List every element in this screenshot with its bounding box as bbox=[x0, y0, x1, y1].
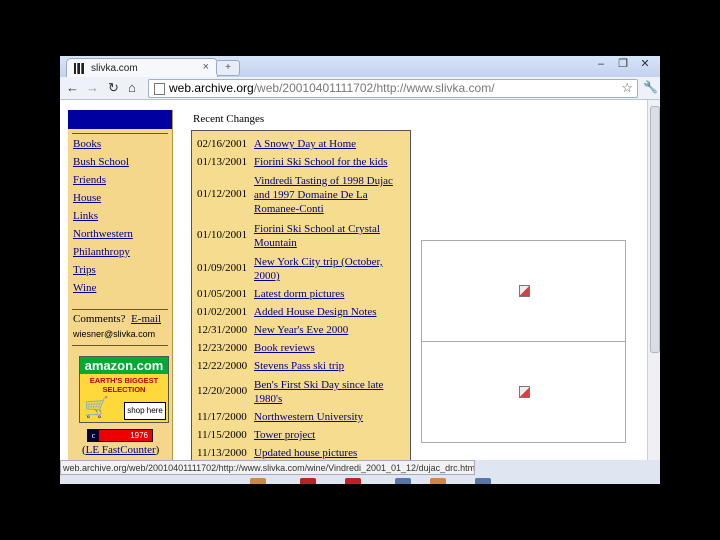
close-window-icon[interactable]: ✕ bbox=[634, 57, 656, 70]
sidebar-item-wine[interactable]: Wine bbox=[73, 279, 133, 297]
divider bbox=[72, 133, 168, 134]
taskbar-icon bbox=[475, 478, 491, 484]
change-date: 01/09/2001 bbox=[197, 262, 248, 274]
status-area: web.archive.org/web/20010401111702/http:… bbox=[60, 460, 660, 484]
broken-image-icon bbox=[519, 285, 530, 297]
change-link[interactable]: Added House Design Notes bbox=[254, 306, 404, 318]
left-sidebar: Books Bush School Friends House Links No… bbox=[68, 110, 173, 460]
url-host: web.archive.org bbox=[169, 81, 254, 95]
tab-title: slivka.com bbox=[91, 63, 138, 74]
change-link[interactable]: Stevens Pass ski trip bbox=[254, 360, 404, 372]
counter-value: 1976 bbox=[130, 431, 148, 440]
change-date: 01/13/2001 bbox=[197, 156, 248, 168]
change-link[interactable]: New Year's Eve 2000 bbox=[254, 324, 404, 336]
comments-label: Comments? bbox=[73, 313, 126, 325]
divider bbox=[72, 309, 168, 310]
reload-icon[interactable]: ↻ bbox=[108, 80, 119, 96]
change-date: 01/05/2001 bbox=[197, 288, 248, 300]
amazon-tagline: EARTH'S BIGGEST SELECTION bbox=[89, 376, 159, 394]
change-date: 12/20/2000 bbox=[197, 385, 248, 397]
email-address: wiesner@slivka.com bbox=[73, 329, 156, 339]
sidebar-item-bush-school[interactable]: Bush School bbox=[73, 153, 133, 171]
taskbar-icon bbox=[345, 478, 361, 484]
scrollbar-thumb[interactable] bbox=[650, 106, 660, 353]
image-placeholder bbox=[421, 341, 626, 443]
wrench-menu-icon[interactable]: 🔧 bbox=[643, 80, 658, 94]
title-bar: slivka.com × + – ❐ ✕ bbox=[60, 56, 660, 78]
sidebar-header-bar bbox=[68, 110, 172, 129]
paren-close: ) bbox=[155, 444, 160, 456]
minimize-icon[interactable]: – bbox=[590, 58, 612, 70]
sidebar-item-northwestern[interactable]: Northwestern bbox=[73, 225, 133, 243]
url-text: web.archive.org/web/20010401111702/http:… bbox=[169, 81, 495, 95]
sidebar-item-links[interactable]: Links bbox=[73, 207, 133, 225]
change-date: 11/15/2000 bbox=[197, 429, 247, 441]
email-link[interactable]: E-mail bbox=[131, 313, 161, 325]
sidebar-item-books[interactable]: Books bbox=[73, 135, 133, 153]
sidebar-nav: Books Bush School Friends House Links No… bbox=[73, 135, 133, 297]
change-link[interactable]: Ben's First Ski Day since late 1980's bbox=[254, 378, 404, 406]
change-link[interactable]: New York City trip (October, 2000) bbox=[254, 255, 404, 283]
shopping-cart-icon: 🛒 bbox=[84, 397, 109, 419]
sidebar-item-trips[interactable]: Trips bbox=[73, 261, 133, 279]
page-icon bbox=[154, 83, 165, 95]
recent-changes-box: 02/16/2001 A Snowy Day at Home 01/13/2001… bbox=[191, 130, 411, 460]
change-link[interactable]: Latest dorm pictures bbox=[254, 288, 404, 300]
change-link[interactable]: Vindredi Tasting of 1998 Dujac and 1997 … bbox=[254, 174, 404, 216]
counter-icon: c bbox=[88, 430, 99, 441]
restore-icon[interactable]: ❐ bbox=[612, 57, 634, 70]
counter-link-line: (LE FastCounter) bbox=[82, 444, 159, 456]
change-date: 01/02/2001 bbox=[197, 306, 248, 318]
sidebar-item-philanthropy[interactable]: Philanthropy bbox=[73, 243, 133, 261]
change-date: 12/31/2000 bbox=[197, 324, 248, 336]
status-url: web.archive.org/web/20010401111702/http:… bbox=[60, 460, 475, 475]
change-link[interactable]: Tower project bbox=[254, 429, 404, 441]
change-date: 11/17/2000 bbox=[197, 411, 247, 423]
address-bar[interactable]: web.archive.org/web/20010401111702/http:… bbox=[148, 79, 638, 98]
browser-window: slivka.com × + – ❐ ✕ ← → ↻ ⌂ web.archive.o… bbox=[60, 56, 660, 484]
change-link[interactable]: Fiorini Ski School at Crystal Mountain bbox=[254, 222, 404, 250]
taskbar-icon bbox=[250, 478, 266, 484]
fastcounter-link[interactable]: LE FastCounter bbox=[86, 444, 156, 456]
recent-changes-title: Recent Changes bbox=[193, 113, 265, 125]
back-icon[interactable]: ← bbox=[66, 80, 79, 95]
change-date: 12/22/2000 bbox=[197, 360, 248, 372]
taskbar-icon bbox=[395, 478, 411, 484]
url-path: /web/20010401111702/http://www.slivka.co… bbox=[253, 81, 495, 95]
vertical-scrollbar[interactable] bbox=[647, 100, 660, 460]
bookmark-star-icon[interactable]: ☆ bbox=[621, 80, 633, 96]
divider bbox=[72, 345, 168, 346]
forward-icon[interactable]: → bbox=[86, 80, 99, 95]
change-date: 01/10/2001 bbox=[197, 229, 248, 241]
page-content: Books Bush School Friends House Links No… bbox=[60, 100, 660, 460]
sidebar-item-house[interactable]: House bbox=[73, 189, 133, 207]
tab-close-icon[interactable]: × bbox=[203, 61, 209, 73]
comments-line: Comments? E-mail bbox=[73, 313, 161, 325]
change-date: 01/12/2001 bbox=[197, 188, 248, 200]
change-date: 11/13/2000 bbox=[197, 447, 247, 459]
broken-image-icon bbox=[519, 386, 530, 398]
site-favicon-icon bbox=[74, 63, 85, 74]
hit-counter[interactable]: c 1976 bbox=[87, 429, 153, 442]
sidebar-item-friends[interactable]: Friends bbox=[73, 171, 133, 189]
change-link[interactable]: Book reviews bbox=[254, 342, 404, 354]
amazon-banner[interactable]: amazon.com EARTH'S BIGGEST SELECTION 🛒 s… bbox=[79, 356, 169, 423]
change-link[interactable]: Fiorini Ski School for the kids bbox=[254, 156, 404, 168]
change-link[interactable]: Northwestern University bbox=[254, 411, 404, 423]
browser-tab[interactable]: slivka.com × bbox=[66, 58, 218, 78]
change-link[interactable]: A Snowy Day at Home bbox=[254, 138, 404, 150]
change-date: 12/23/2000 bbox=[197, 342, 248, 354]
home-icon[interactable]: ⌂ bbox=[128, 80, 136, 95]
change-date: 02/16/2001 bbox=[197, 138, 248, 150]
amazon-shop-button: shop here bbox=[124, 402, 166, 420]
window-controls: – ❐ ✕ bbox=[590, 57, 656, 70]
new-tab-button[interactable]: + bbox=[216, 60, 240, 76]
change-link[interactable]: Updated house pictures bbox=[254, 447, 404, 459]
browser-toolbar: ← → ↻ ⌂ web.archive.org/web/200104011117… bbox=[60, 77, 660, 100]
taskbar-icon bbox=[300, 478, 316, 484]
image-placeholder bbox=[421, 240, 626, 342]
taskbar-icon bbox=[430, 478, 446, 484]
amazon-logo: amazon.com bbox=[80, 357, 168, 374]
